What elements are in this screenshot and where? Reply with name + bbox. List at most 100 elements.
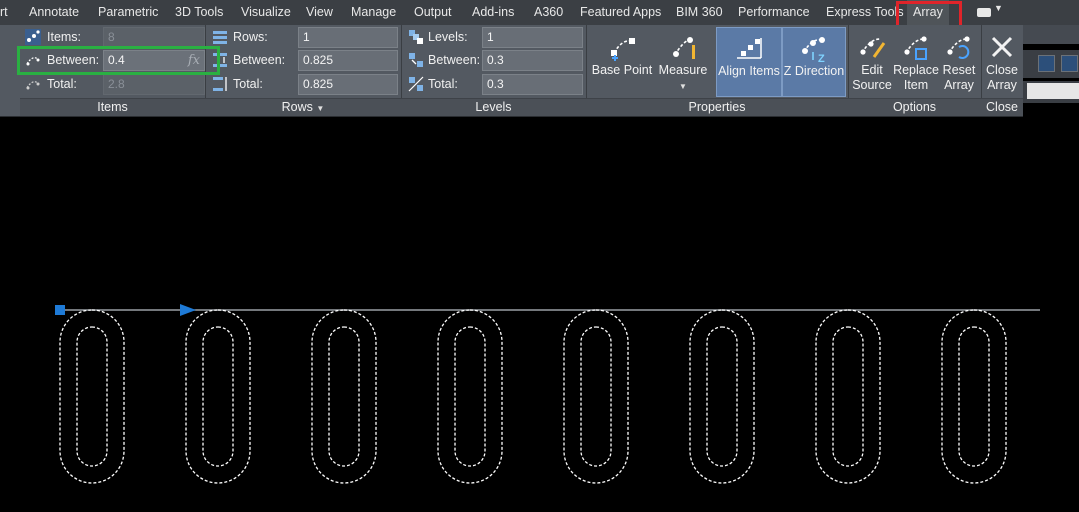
tab-view[interactable]: View <box>306 0 333 25</box>
z-direction-icon: Z <box>802 37 825 64</box>
tab-performance[interactable]: Performance <box>738 0 810 25</box>
close-array-label: Close Array <box>982 63 1022 93</box>
levels-count-row: Levels: 1 <box>401 27 586 49</box>
base-grip[interactable] <box>55 305 65 315</box>
reset-array-button[interactable]: Reset Array <box>939 27 979 97</box>
levels-between-field[interactable]: 0.3 <box>482 50 583 71</box>
direction-grip-arrow[interactable] <box>180 304 196 316</box>
close-array-button[interactable]: Close Array <box>982 27 1022 97</box>
array-item-outer[interactable] <box>941 309 1007 484</box>
properties-panel: Base Point Measure ▼ Align Items Z Z Dir… <box>586 25 849 116</box>
rows-total-icon <box>213 77 227 91</box>
align-items-icon <box>737 38 762 59</box>
rows-between-label: Between: <box>233 53 286 67</box>
rows-panel-title-text: Rows <box>281 100 313 114</box>
tab-3d-tools[interactable]: 3D Tools <box>175 0 223 25</box>
levels-total-field[interactable]: 0.3 <box>482 74 583 95</box>
items-count-label: Items: <box>47 30 82 44</box>
toolbar-icon-2[interactable] <box>1061 55 1078 72</box>
reset-array-label: Reset Array <box>939 63 979 93</box>
levels-count-icon <box>409 30 423 44</box>
drawing-canvas[interactable] <box>0 117 1079 512</box>
tab-add-ins[interactable]: Add-ins <box>472 0 514 25</box>
base-point-label: Base Point <box>591 63 653 77</box>
z-direction-button[interactable]: Z Z Direction <box>782 27 846 97</box>
toolbar-input[interactable] <box>1027 83 1079 99</box>
tab-express-tools[interactable]: Express Tools <box>826 0 904 25</box>
levels-total-row: Total: 0.3 <box>401 74 586 96</box>
levels-count-field[interactable]: 1 <box>482 27 583 48</box>
tab-parametric[interactable]: Parametric <box>98 0 158 25</box>
svg-text:Z: Z <box>818 53 825 64</box>
edit-source-button[interactable]: Edit Source <box>851 27 893 97</box>
edit-source-text-2: Source <box>852 78 892 92</box>
tab-output[interactable]: Output <box>414 0 452 25</box>
items-count-field[interactable]: 8 <box>103 27 205 48</box>
reset-array-text-1: Reset <box>942 63 976 77</box>
items-count-icon <box>25 29 41 45</box>
replace-item-text-1: Replace <box>893 63 939 77</box>
rows-count-field[interactable]: 1 <box>298 27 398 48</box>
edit-source-label: Edit Source <box>851 63 893 93</box>
array-item-inner <box>706 326 738 467</box>
array-item-outer[interactable] <box>59 309 125 484</box>
chevron-down-icon[interactable]: ▼ <box>679 82 687 91</box>
array-item-inner <box>454 326 486 467</box>
rows-panel: Rows: 1 Between: 0.825 Total: 0.825 Rows… <box>205 25 402 116</box>
align-items-button[interactable]: Align Items <box>716 27 782 97</box>
chevron-down-icon[interactable]: ▼ <box>994 3 1003 13</box>
array-item-inner <box>202 326 234 467</box>
levels-between-label: Between: <box>428 53 481 67</box>
close-icon <box>991 36 1013 58</box>
array-item-outer[interactable] <box>185 309 251 484</box>
rows-count-label: Rows: <box>233 30 268 44</box>
items-between-field[interactable]: 0.4 fx <box>103 50 205 71</box>
array-item-inner <box>580 326 612 467</box>
levels-total-label: Total: <box>428 77 458 91</box>
tab-featured-apps[interactable]: Featured Apps <box>580 0 661 25</box>
items-between-icon <box>26 57 40 66</box>
tab-annotate[interactable]: Annotate <box>29 0 79 25</box>
close-array-text-1: Close <box>986 63 1018 77</box>
replace-item-button[interactable]: Replace Item <box>893 27 939 97</box>
tab-insert-partial[interactable]: rt <box>0 0 8 25</box>
ribbon-minimize-icon[interactable] <box>977 8 991 17</box>
replace-item-icon <box>904 36 927 60</box>
rows-total-row: Total: 0.825 <box>205 74 401 96</box>
rows-between-row: Between: 0.825 <box>205 50 401 72</box>
align-items-label: Align Items <box>718 64 780 78</box>
measure-button[interactable]: Measure ▼ <box>655 27 711 97</box>
rows-total-label: Total: <box>233 77 263 91</box>
items-total-row: Total: 2.8 <box>0 74 205 96</box>
levels-between-icon <box>409 53 423 67</box>
array-item-inner <box>328 326 360 467</box>
tab-manage[interactable]: Manage <box>351 0 396 25</box>
toolbar-icon-1[interactable] <box>1038 55 1055 72</box>
tab-array[interactable]: Array <box>907 0 949 25</box>
levels-panel-title: Levels <box>401 98 586 116</box>
array-item-outer[interactable] <box>815 309 881 484</box>
array-item-outer[interactable] <box>563 309 629 484</box>
items-total-field[interactable]: 2.8 <box>103 74 205 95</box>
replace-item-text-2: Item <box>903 78 929 92</box>
rows-between-field[interactable]: 0.825 <box>298 50 398 71</box>
items-count-row: Items: 8 <box>0 27 205 49</box>
levels-panel: Levels: 1 Between: 0.3 Total: 0.3 Levels <box>401 25 587 116</box>
tab-a360[interactable]: A360 <box>534 0 563 25</box>
rows-panel-title[interactable]: Rows ▼ <box>205 98 401 116</box>
array-item-outer[interactable] <box>689 309 755 484</box>
items-between-value: 0.4 <box>108 53 125 67</box>
array-item-outer[interactable] <box>311 309 377 484</box>
base-point-button[interactable]: Base Point <box>589 27 655 97</box>
fx-icon[interactable]: fx <box>188 51 200 70</box>
replace-item-label: Replace Item <box>893 63 939 93</box>
z-direction-label: Z Direction <box>783 64 845 78</box>
options-panel-title: Options <box>848 98 981 116</box>
rows-between-icon <box>213 53 227 67</box>
chevron-down-icon[interactable]: ▼ <box>316 104 324 113</box>
rows-total-field[interactable]: 0.825 <box>298 74 398 95</box>
array-item-outer[interactable] <box>437 309 503 484</box>
tab-bim-360[interactable]: BIM 360 <box>676 0 723 25</box>
levels-between-row: Between: 0.3 <box>401 50 586 72</box>
tab-visualize[interactable]: Visualize <box>241 0 291 25</box>
